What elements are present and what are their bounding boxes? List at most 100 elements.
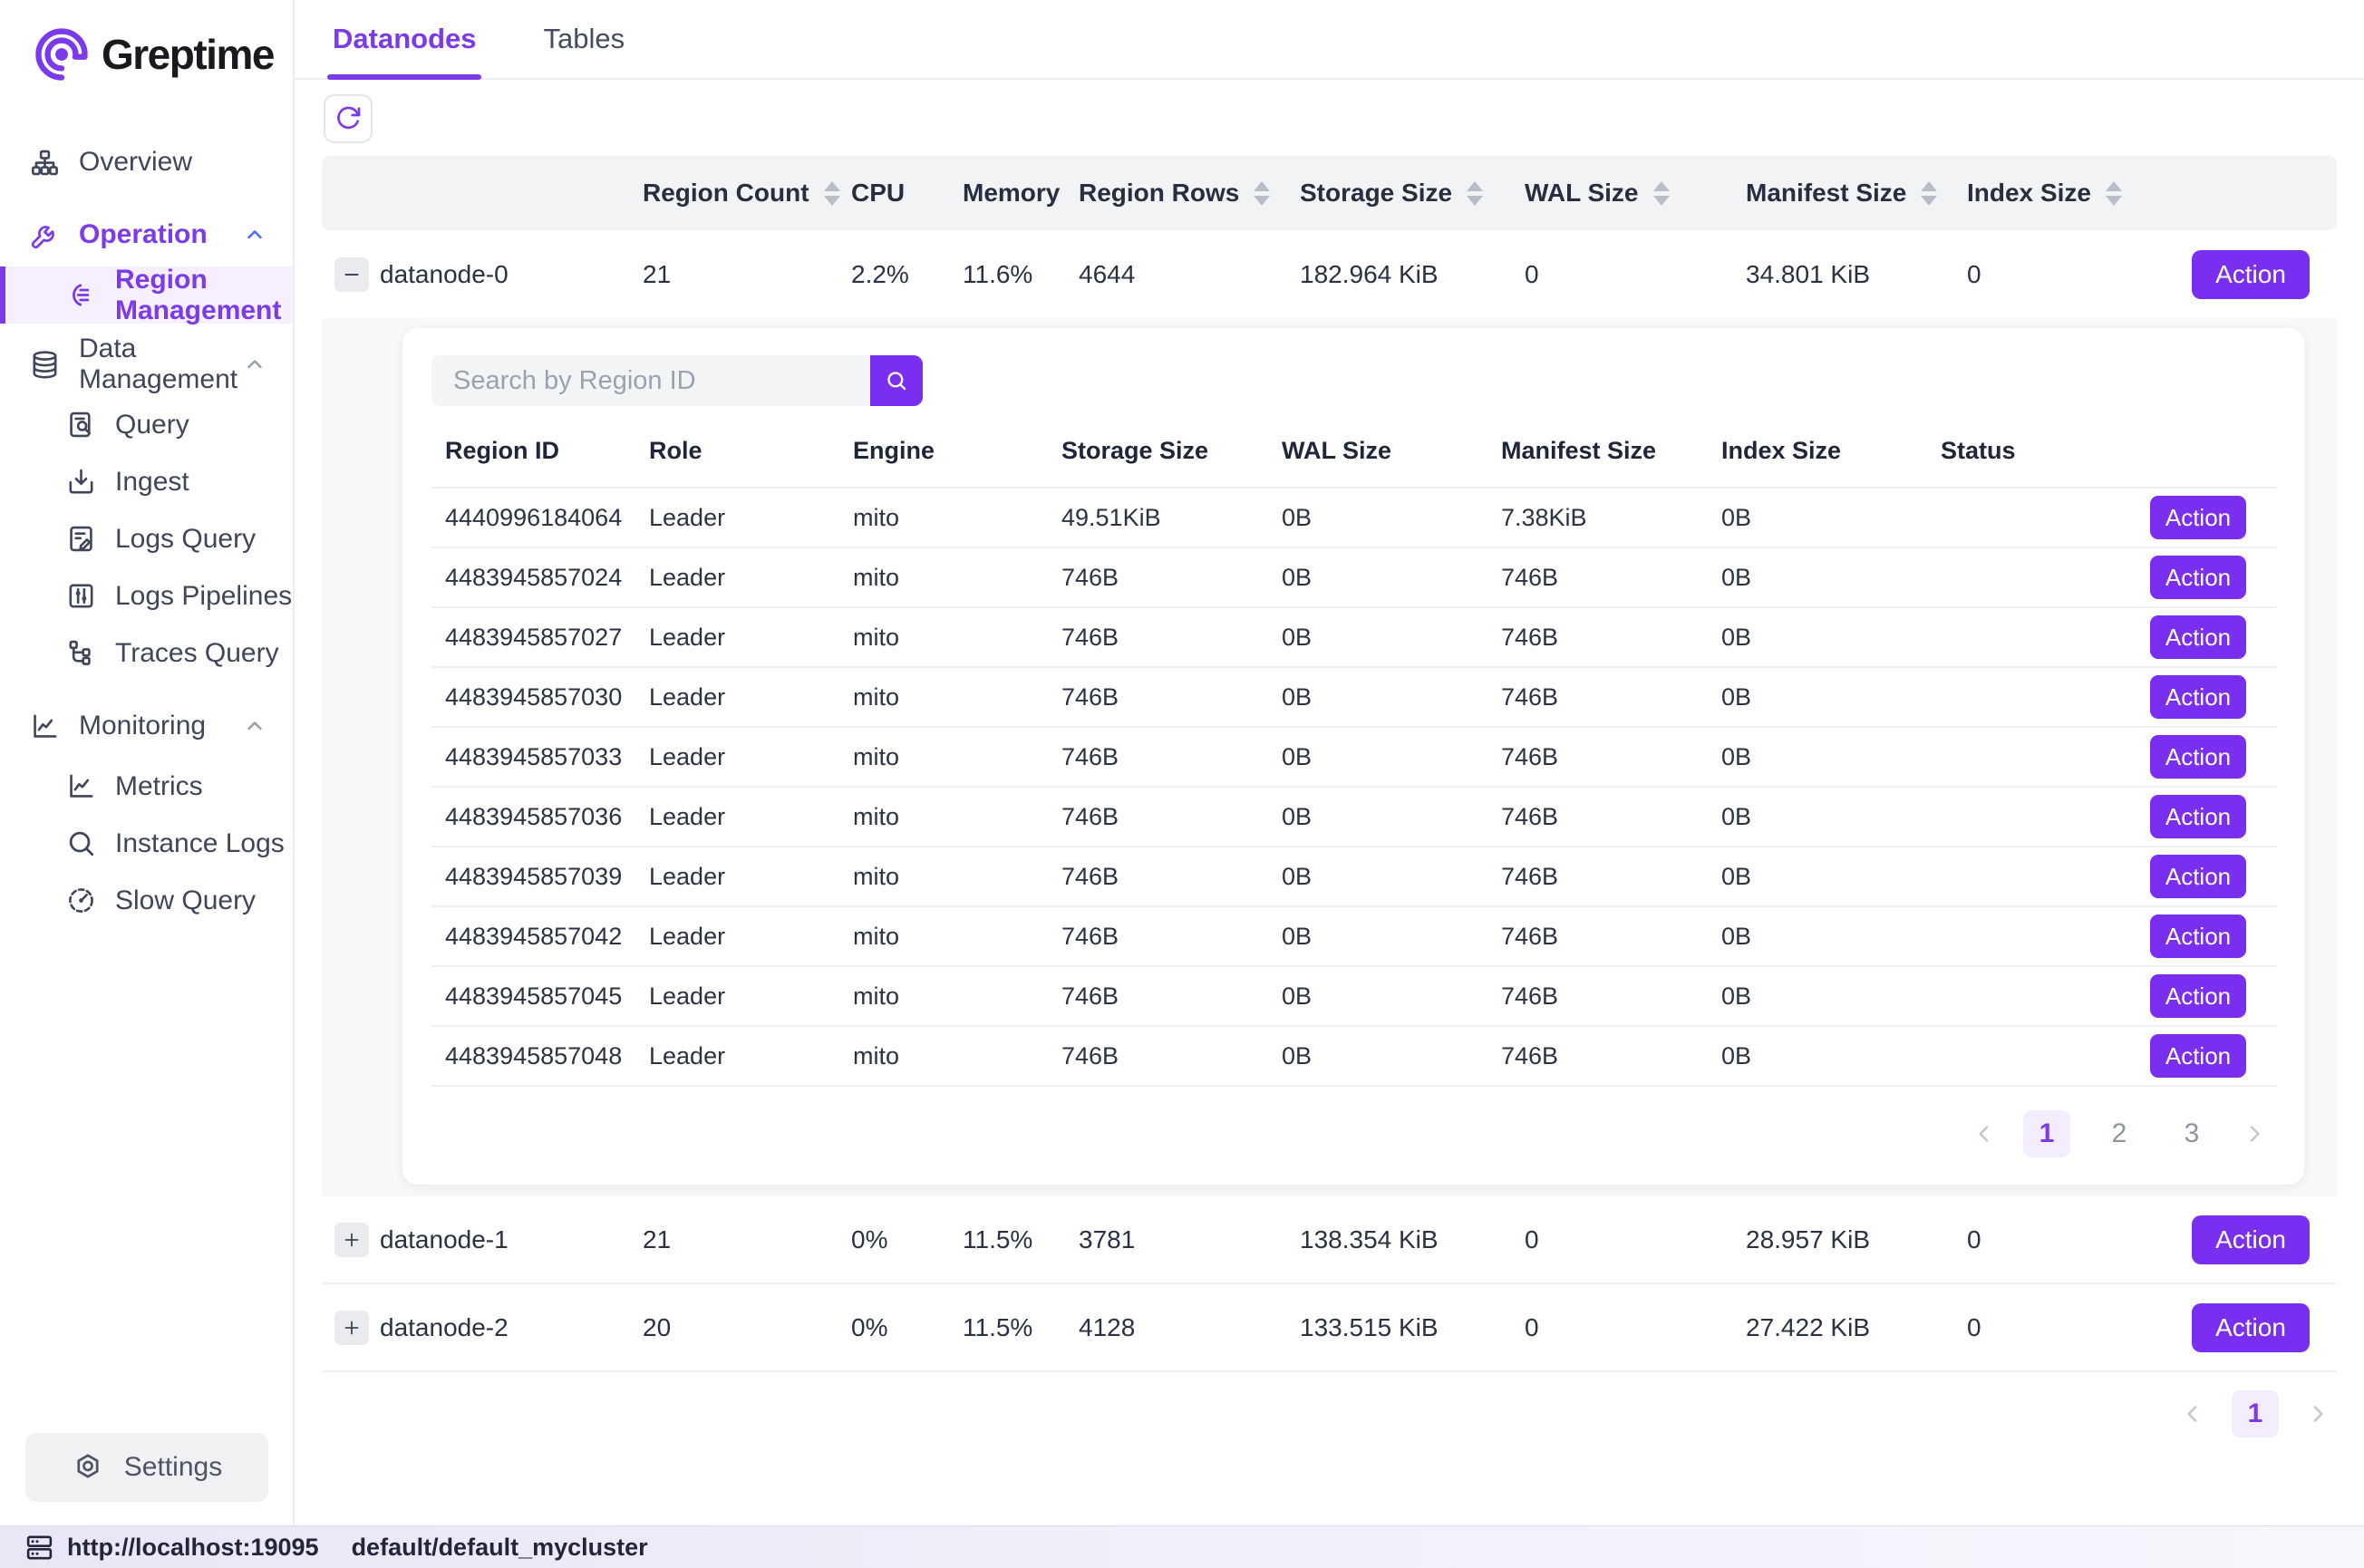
region-action-button[interactable]: Action [2150, 1034, 2246, 1078]
page-button-2[interactable]: 2 [2096, 1110, 2143, 1157]
datanode-name: datanode-2 [380, 1313, 643, 1342]
collapse-row-button[interactable] [334, 257, 369, 292]
settings-button[interactable]: Settings [25, 1433, 268, 1502]
region-action-button[interactable]: Action [2150, 974, 2246, 1018]
sort-icon[interactable] [1254, 181, 1270, 206]
sidebar-item-traces-query[interactable]: Traces Query [0, 624, 293, 682]
column-header-wal-size[interactable]: WAL Size [1525, 179, 1746, 208]
traces-icon [65, 637, 97, 669]
cell-index-size: 0B [1708, 504, 1927, 532]
database-icon [29, 349, 61, 381]
sidebar-item-operation[interactable]: Operation [0, 203, 293, 266]
cluster-text[interactable]: default/default_mycluster [352, 1534, 648, 1562]
sidebar-item-monitoring[interactable]: Monitoring [0, 694, 293, 758]
cell-manifest-size: 746B [1487, 624, 1708, 652]
query-doc-icon [65, 409, 97, 440]
sidebar-item-logs-query[interactable]: Logs Query [0, 510, 293, 567]
cell-storage-size: 49.51KiB [1048, 504, 1268, 532]
cell-storage-size: 133.515 KiB [1300, 1313, 1525, 1342]
page-button-1[interactable]: 1 [2232, 1390, 2279, 1437]
region-action-button[interactable]: Action [2150, 675, 2246, 719]
pipelines-icon [65, 580, 97, 612]
cell-storage-size: 746B [1048, 982, 1268, 1011]
cell-index-size: 0 [1967, 1313, 2130, 1342]
column-header-index-size[interactable]: Index Size [1967, 179, 2130, 208]
region-action-button[interactable]: Action [2150, 615, 2246, 659]
sidebar-item-query[interactable]: Query [0, 396, 293, 453]
expand-row-button[interactable] [334, 1223, 369, 1257]
sort-icon[interactable] [1467, 181, 1483, 206]
sidebar-item-slow-query[interactable]: Slow Query [0, 872, 293, 929]
cell-storage-size: 746B [1048, 624, 1268, 652]
chevron-up-icon[interactable] [242, 222, 267, 247]
monitoring-chart-icon [29, 711, 61, 742]
region-action-button[interactable]: Action [2150, 556, 2246, 599]
column-header-region-rows[interactable]: Region Rows [1079, 179, 1300, 208]
cell-manifest-size: 746B [1487, 564, 1708, 592]
column-header-cpu: CPU [851, 179, 963, 208]
cell-memory: 11.5% [963, 1313, 1079, 1342]
sidebar-item-data-management[interactable]: Data Management [0, 333, 293, 396]
datanode-action-button[interactable]: Action [2192, 1215, 2310, 1264]
cell-engine: mito [839, 863, 1048, 891]
region-table-row: 4440996184064 Leader mito 49.51KiB 0B 7.… [431, 489, 2277, 548]
cell-region-count: 21 [643, 260, 851, 289]
tab-datanodes[interactable]: Datanodes [327, 0, 481, 78]
cell-engine: mito [839, 923, 1048, 951]
plus-icon [341, 1317, 363, 1339]
prev-page-icon[interactable] [2179, 1400, 2206, 1428]
page-button-1[interactable]: 1 [2023, 1110, 2070, 1157]
sort-icon[interactable] [824, 181, 840, 206]
chevron-up-icon[interactable] [242, 352, 267, 377]
region-table-row: 4483945857045 Leader mito 746B 0B 746B 0… [431, 967, 2277, 1027]
sidebar-item-label: Logs Pipelines [115, 581, 292, 612]
sort-icon[interactable] [2106, 181, 2122, 206]
datanode-row-2: datanode-2 20 0% 11.5% 4128 133.515 KiB … [322, 1284, 2337, 1372]
refresh-icon [334, 104, 363, 133]
sidebar-item-instance-logs[interactable]: Instance Logs [0, 815, 293, 872]
sidebar-item-region-management[interactable]: Region Management [0, 266, 293, 324]
tab-tables[interactable]: Tables [538, 0, 630, 78]
chevron-up-icon[interactable] [242, 713, 267, 739]
next-page-icon[interactable] [2241, 1120, 2268, 1147]
prev-page-icon[interactable] [1971, 1120, 1998, 1147]
datanode-action-button[interactable]: Action [2192, 1303, 2310, 1352]
sidebar-item-overview[interactable]: Overview [0, 131, 293, 194]
sort-icon[interactable] [1653, 181, 1670, 206]
cell-cpu: 0% [851, 1313, 963, 1342]
region-action-button[interactable]: Action [2150, 795, 2246, 838]
column-header-region-count[interactable]: Region Count [643, 179, 851, 208]
column-header-storage-size[interactable]: Storage Size [1300, 179, 1525, 208]
expand-row-button[interactable] [334, 1311, 369, 1345]
sidebar-item-label: Monitoring [79, 711, 206, 741]
refresh-button[interactable] [324, 94, 373, 143]
sidebar-item-metrics[interactable]: Metrics [0, 758, 293, 815]
sidebar-item-logs-pipelines[interactable]: Logs Pipelines [0, 567, 293, 624]
endpoint-text[interactable]: http://localhost:19095 [67, 1534, 319, 1562]
search-button[interactable] [870, 355, 923, 406]
sidebar-item-ingest[interactable]: Ingest [0, 453, 293, 510]
column-header-manifest-size[interactable]: Manifest Size [1746, 179, 1967, 208]
cell-engine: mito [839, 803, 1048, 831]
cell-index-size: 0B [1708, 683, 1927, 711]
region-table-row: 4483945857024 Leader mito 746B 0B 746B 0… [431, 548, 2277, 608]
region-action-button[interactable]: Action [2150, 735, 2246, 779]
app-body: Greptime Overview Operation Region Manag… [0, 0, 2364, 1525]
cell-wal-size: 0B [1268, 923, 1487, 951]
region-action-button[interactable]: Action [2150, 915, 2246, 958]
cell-storage-size: 746B [1048, 683, 1268, 711]
cell-manifest-size: 746B [1487, 803, 1708, 831]
region-search-input[interactable] [431, 355, 870, 406]
region-action-button[interactable]: Action [2150, 855, 2246, 898]
next-page-icon[interactable] [2304, 1400, 2331, 1428]
cell-wal-size: 0B [1268, 803, 1487, 831]
search-icon [884, 368, 909, 393]
region-pagination: 1 2 3 [431, 1087, 2277, 1170]
datanode-action-button[interactable]: Action [2192, 250, 2310, 299]
sort-icon[interactable] [1921, 181, 1937, 206]
cell-engine: mito [839, 683, 1048, 711]
cell-manifest-size: 7.38KiB [1487, 504, 1708, 532]
region-action-button[interactable]: Action [2150, 496, 2246, 539]
cell-role: Leader [635, 982, 839, 1011]
page-button-3[interactable]: 3 [2168, 1110, 2215, 1157]
